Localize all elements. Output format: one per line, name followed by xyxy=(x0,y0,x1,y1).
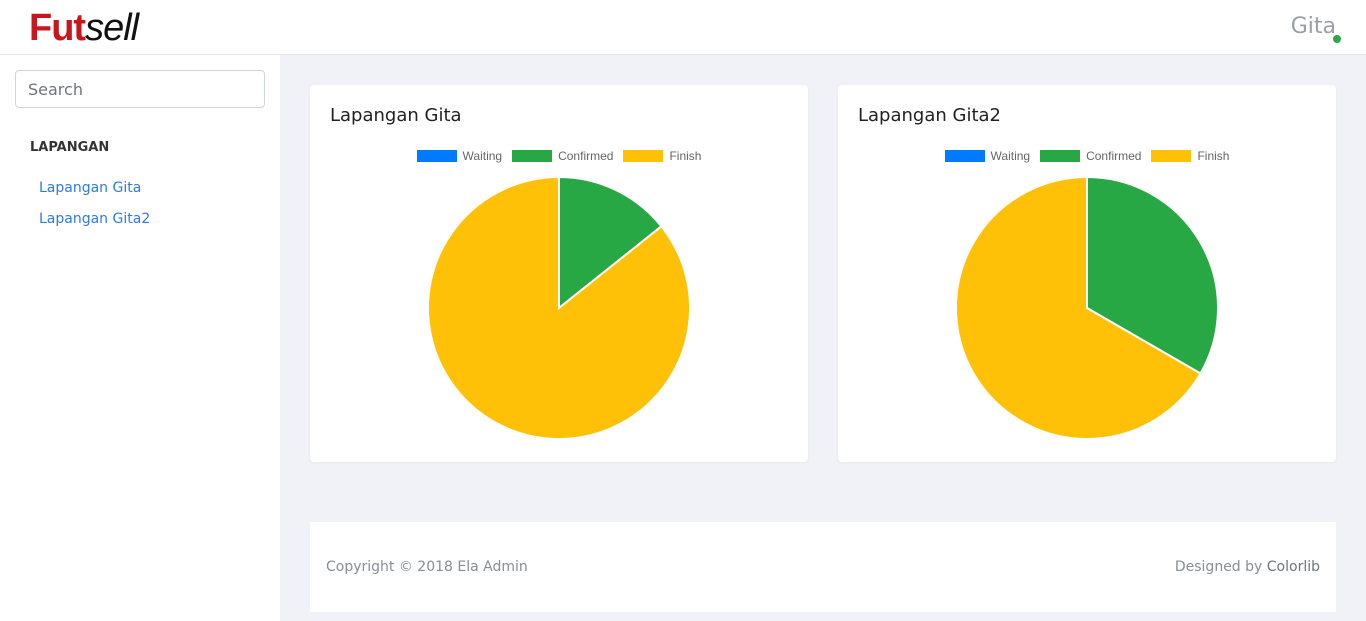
chart-legend: Waiting Confirmed Finish xyxy=(310,149,808,163)
legend-swatch-waiting xyxy=(944,150,985,162)
footer-designed-by: Designed by xyxy=(1174,559,1267,575)
sidebar-item-lapangan-gita[interactable]: Lapangan Gita xyxy=(39,180,141,196)
legend-swatch-confirmed xyxy=(1040,150,1081,162)
sidebar: LAPANGAN Lapangan Gita Lapangan Gita2 xyxy=(0,55,280,621)
topbar: Futsell Gita xyxy=(0,0,1366,55)
legend-item-finish[interactable]: Finish xyxy=(1151,149,1229,163)
logo-part2: sell xyxy=(85,7,139,49)
colorlib-link[interactable]: Colorlib xyxy=(1267,559,1320,575)
chart-card: Lapangan Gita2 Waiting Confirmed Finish xyxy=(838,85,1336,462)
sidebar-item-lapangan-gita2[interactable]: Lapangan Gita2 xyxy=(39,211,150,227)
search-input[interactable] xyxy=(15,70,265,108)
footer: Copyright © 2018 Ela Admin Designed by C… xyxy=(310,522,1336,612)
legend-label: Confirmed xyxy=(1086,149,1142,163)
pie-chart[interactable] xyxy=(426,175,692,441)
legend-label: Waiting xyxy=(990,149,1031,163)
legend-swatch-confirmed xyxy=(512,150,553,162)
legend-swatch-finish xyxy=(1151,150,1192,162)
chart-card: Lapangan Gita Waiting Confirmed Finish xyxy=(310,85,808,462)
chart-legend: Waiting Confirmed Finish xyxy=(838,149,1336,163)
user-menu[interactable]: Gita xyxy=(1291,14,1336,39)
chart-title: Lapangan Gita2 xyxy=(858,105,1001,126)
footer-credit: Designed by Colorlib xyxy=(1175,559,1320,575)
legend-label: Waiting xyxy=(462,149,503,163)
chart-title: Lapangan Gita xyxy=(330,105,462,126)
legend-label: Finish xyxy=(1197,149,1230,163)
legend-item-confirmed[interactable]: Confirmed xyxy=(1040,149,1141,163)
online-status-icon xyxy=(1333,35,1341,43)
logo-part1: Fut xyxy=(29,7,86,49)
legend-swatch-finish xyxy=(623,150,664,162)
legend-label: Confirmed xyxy=(558,149,614,163)
legend-swatch-waiting xyxy=(416,150,457,162)
legend-item-finish[interactable]: Finish xyxy=(623,149,701,163)
legend-item-waiting[interactable]: Waiting xyxy=(416,149,503,163)
menu-section-title: LAPANGAN xyxy=(30,140,110,155)
legend-item-confirmed[interactable]: Confirmed xyxy=(512,149,613,163)
footer-copyright: Copyright © 2018 Ela Admin xyxy=(326,559,528,575)
legend-item-waiting[interactable]: Waiting xyxy=(944,149,1031,163)
legend-label: Finish xyxy=(669,149,702,163)
logo[interactable]: Futsell xyxy=(29,7,139,49)
pie-chart[interactable] xyxy=(954,175,1220,441)
